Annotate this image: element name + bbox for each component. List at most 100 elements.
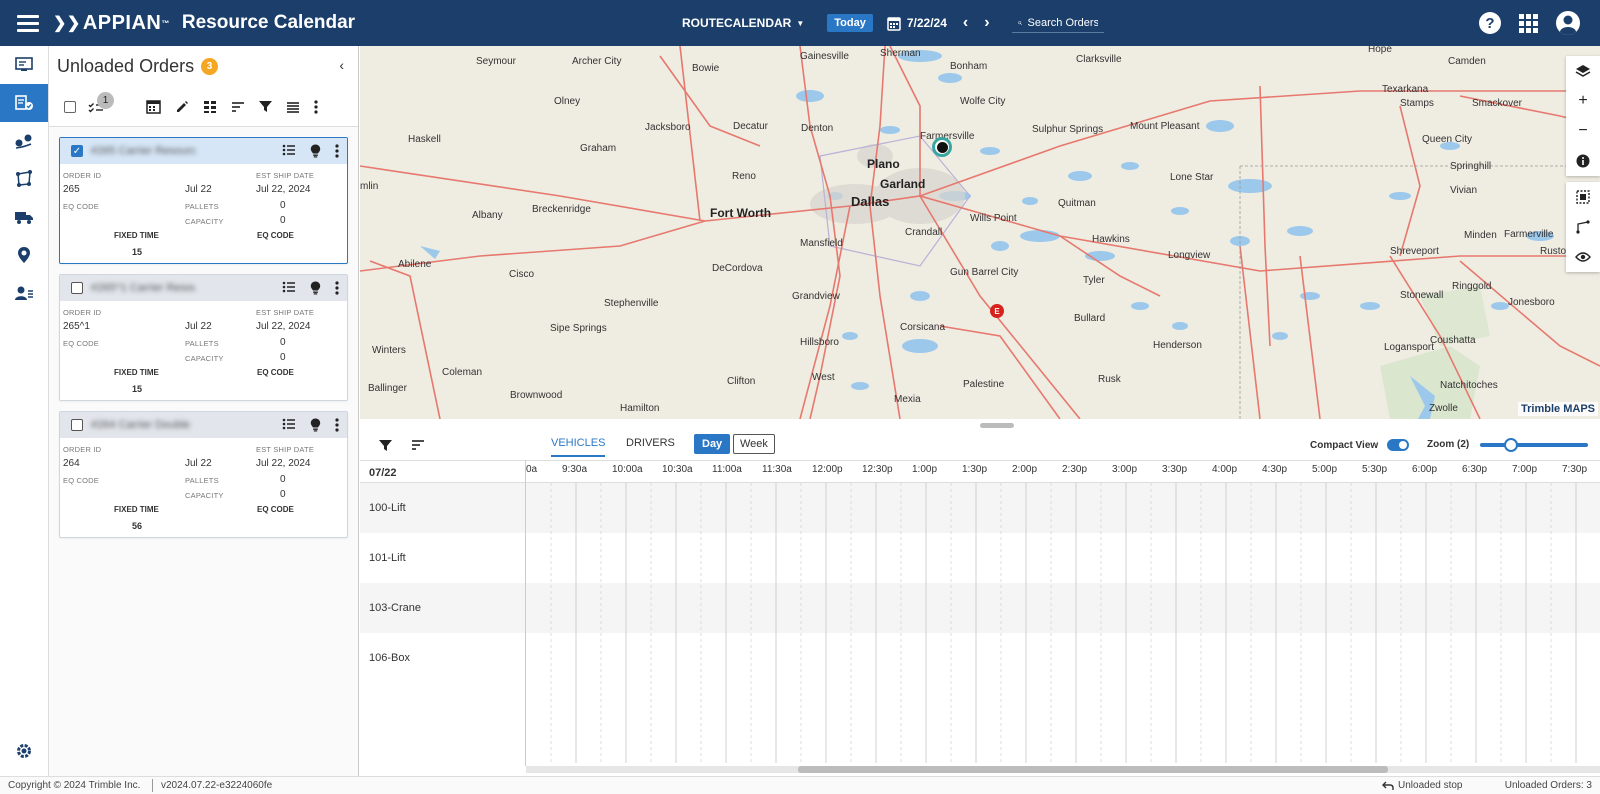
order-more-icon[interactable] xyxy=(335,418,339,435)
info-icon[interactable] xyxy=(1566,146,1600,176)
layers-icon[interactable] xyxy=(1566,56,1600,86)
nav-locations[interactable] xyxy=(0,236,48,274)
appian-logo-mark-icon: ❯❯ xyxy=(53,15,81,32)
calendar-date: 07/22 xyxy=(369,467,397,479)
end-location-marker[interactable]: E xyxy=(990,304,1004,318)
timeline-scrollbar[interactable] xyxy=(526,766,1600,773)
compact-view-toggle[interactable] xyxy=(1387,439,1410,451)
time-slot-label: 2:30p xyxy=(1062,464,1088,475)
order-details-icon[interactable] xyxy=(282,281,296,298)
map-city-label: Archer City xyxy=(572,56,622,67)
routes-icon xyxy=(15,134,32,149)
zoom-slider-thumb[interactable] xyxy=(1504,438,1518,452)
user-avatar-icon[interactable] xyxy=(1556,11,1580,35)
next-day-icon[interactable]: › xyxy=(984,14,989,32)
tab-drivers[interactable]: DRIVERS xyxy=(626,437,675,455)
collapse-panel-icon[interactable]: ‹ xyxy=(339,57,344,73)
sort-icon[interactable] xyxy=(231,101,245,113)
zoom-slider-track[interactable] xyxy=(1480,443,1588,447)
start-location-marker[interactable] xyxy=(932,137,952,157)
order-card-header: #265^1 Carrier Resource xyxy=(60,275,347,301)
order-card-list: ✓ #265 Carrier Resource ORDER ID 265 Jul 22 E… xyxy=(49,127,358,538)
schedule-icon[interactable] xyxy=(146,99,161,114)
time-slot-label: 3:30p xyxy=(1162,464,1188,475)
order-details-icon[interactable] xyxy=(282,144,296,161)
map-city-label: Farmerville xyxy=(1504,229,1554,240)
map-city-label: Texarkana xyxy=(1382,84,1429,95)
filter-icon[interactable] xyxy=(259,100,272,113)
map-city-label: Stonewall xyxy=(1400,290,1444,301)
order-card-checkbox[interactable] xyxy=(71,282,83,294)
zoom-out-icon[interactable]: − xyxy=(1566,116,1600,146)
nav-routes[interactable] xyxy=(0,122,48,160)
truck-icon xyxy=(15,212,33,224)
time-slot-label: 10:00a xyxy=(612,464,643,475)
week-view-button[interactable]: Week xyxy=(733,434,775,454)
nav-vehicles[interactable] xyxy=(0,198,48,236)
calendar-sort-icon[interactable] xyxy=(411,439,425,454)
order-suggest-icon[interactable] xyxy=(310,418,321,435)
route-draw-icon[interactable] xyxy=(1566,212,1600,242)
order-more-icon[interactable] xyxy=(335,144,339,161)
calendar-select[interactable]: ROUTECALENDAR ▼ xyxy=(682,16,804,30)
map-city-label: Brownwood xyxy=(510,390,563,401)
order-suggest-icon[interactable] xyxy=(310,281,321,298)
map-city-label: West xyxy=(812,372,835,383)
map-city-label: Bonham xyxy=(950,61,988,72)
order-card-checkbox[interactable] xyxy=(71,419,83,431)
calendar-filter-icon[interactable] xyxy=(379,439,392,455)
order-date: Jul 22 xyxy=(185,458,212,469)
map-city-label: Mansfield xyxy=(800,238,843,249)
est-ship-date-label: EST SHIP DATE xyxy=(256,171,315,180)
order-details-icon[interactable] xyxy=(282,418,296,435)
previous-day-icon[interactable]: ‹ xyxy=(963,14,968,32)
selected-list-icon[interactable]: 1 xyxy=(88,91,114,113)
gear-icon xyxy=(17,744,31,758)
day-view-button[interactable]: Day xyxy=(694,434,731,454)
network-icon xyxy=(16,170,32,187)
status-footer: Copyright © 2024 Trimble Inc. v2024.07.2… xyxy=(0,776,1600,794)
map-city-label: Sipe Springs xyxy=(550,323,607,334)
map-city-label: Jonesboro xyxy=(1508,297,1555,308)
today-button[interactable]: Today xyxy=(827,14,873,32)
tab-vehicles[interactable]: VEHICLES xyxy=(551,437,606,457)
order-suggest-icon[interactable] xyxy=(310,144,321,161)
order-card[interactable]: ✓ #265 Carrier Resource ORDER ID 265 Jul 22 E… xyxy=(59,137,348,264)
app-grid-icon[interactable] xyxy=(1519,13,1538,33)
dispatch-board-icon xyxy=(15,57,33,71)
resource-name: 103-Crane xyxy=(369,602,421,614)
eq-code-label: EQ CODE xyxy=(63,339,99,348)
map-city-label: Bullard xyxy=(1074,313,1106,324)
edit-icon[interactable] xyxy=(175,100,189,114)
select-all-checkbox[interactable] xyxy=(64,100,76,113)
order-card[interactable]: #264 Carrier Double ORDER ID 264 Jul 22 EST … xyxy=(59,411,348,538)
order-id: 264 xyxy=(63,458,80,469)
more-options-icon[interactable] xyxy=(314,99,318,114)
search-input[interactable] xyxy=(1027,16,1098,29)
timeline-scroll-thumb[interactable] xyxy=(798,766,1388,773)
map-city-label: Winters xyxy=(372,345,406,356)
help-icon[interactable]: ? xyxy=(1479,12,1501,34)
nav-settings[interactable] xyxy=(0,742,48,760)
order-card[interactable]: #265^1 Carrier Resource ORDER ID 265^1 Jul … xyxy=(59,274,348,401)
zoom-in-icon[interactable]: + xyxy=(1566,86,1600,116)
columns-icon[interactable] xyxy=(203,100,217,114)
map-view[interactable]: Sherman Gainesville Seymour Archer City Bowi… xyxy=(360,46,1600,419)
map-city-label: Longview xyxy=(1168,250,1211,261)
nav-dispatch-board[interactable] xyxy=(0,46,48,84)
nav-drivers[interactable] xyxy=(0,274,48,312)
hamburger-menu-icon[interactable] xyxy=(17,11,39,36)
date-picker[interactable]: 7/22/24 xyxy=(887,16,947,31)
est-ship-date: Jul 22, 2024 xyxy=(256,458,311,469)
order-card-checkbox[interactable]: ✓ xyxy=(71,145,83,157)
order-more-icon[interactable] xyxy=(335,281,339,298)
nav-unloaded-orders[interactable] xyxy=(0,84,48,122)
copyright-text: Copyright © 2024 Trimble Inc. xyxy=(8,780,141,791)
box-select-icon[interactable] xyxy=(1566,182,1600,212)
nav-network[interactable] xyxy=(0,160,48,198)
search-icon xyxy=(1017,20,1022,25)
search-orders[interactable] xyxy=(1011,14,1104,33)
eye-icon[interactable] xyxy=(1566,242,1600,272)
list-view-icon[interactable] xyxy=(286,101,300,113)
capacity-label: CAPACITY xyxy=(185,491,224,500)
